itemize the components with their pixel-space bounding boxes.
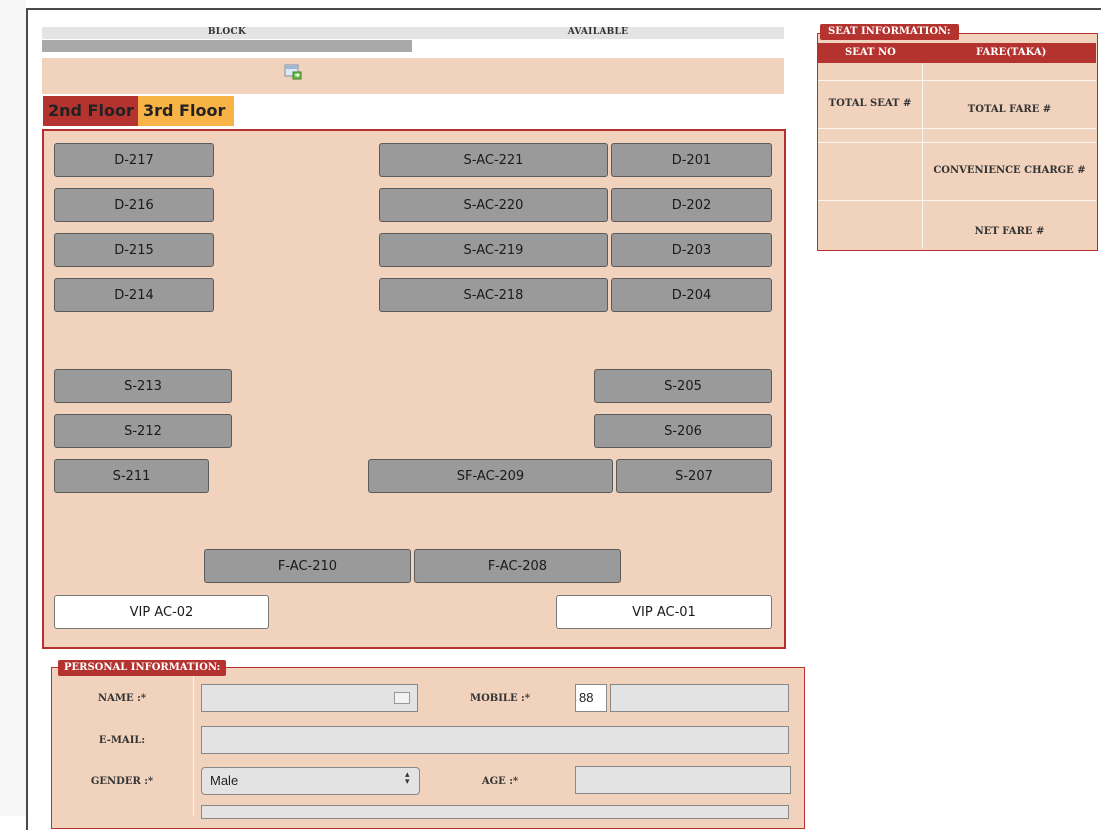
name-label: NAME :*	[98, 693, 146, 704]
seat-d-215[interactable]: D-215	[54, 233, 214, 267]
seat-d-214[interactable]: D-214	[54, 278, 214, 312]
seat-info-row-divider	[818, 80, 1096, 81]
age-input[interactable]	[575, 766, 791, 794]
seat-f-ac-210[interactable]: F-AC-210	[204, 549, 411, 583]
mobile-input[interactable]	[610, 684, 789, 712]
seat-s-ac-219[interactable]: S-AC-219	[379, 233, 608, 267]
seat-d-202[interactable]: D-202	[611, 188, 772, 222]
refresh-strip	[42, 58, 784, 94]
legend-block-label: BLOCK	[42, 27, 412, 39]
seat-info-row-divider	[818, 200, 1096, 201]
fare-header: FARE(TAKA)	[976, 47, 1047, 58]
seat-information-legend: SEAT INFORMATION:	[820, 24, 959, 40]
seat-d-203[interactable]: D-203	[611, 233, 772, 267]
name-input[interactable]	[201, 684, 418, 712]
email-input[interactable]	[201, 726, 789, 754]
contact-card-icon	[394, 692, 410, 704]
seat-d-217[interactable]: D-217	[54, 143, 214, 177]
seat-d-204[interactable]: D-204	[611, 278, 772, 312]
seat-vip-ac-01[interactable]: VIP AC-01	[556, 595, 772, 629]
seat-info-row-divider	[818, 142, 1096, 143]
seat-s-ac-218[interactable]: S-AC-218	[379, 278, 608, 312]
seat-s-205[interactable]: S-205	[594, 369, 772, 403]
seat-s-212[interactable]: S-212	[54, 414, 232, 448]
seat-d-201[interactable]: D-201	[611, 143, 772, 177]
refresh-icon[interactable]	[284, 64, 302, 80]
seat-vip-ac-02[interactable]: VIP AC-02	[54, 595, 269, 629]
legend-block-swatch	[42, 40, 412, 52]
seat-sf-ac-209[interactable]: SF-AC-209	[368, 459, 613, 493]
seat-s-206[interactable]: S-206	[594, 414, 772, 448]
select-arrows-icon: ▴ ▾	[405, 770, 410, 787]
seat-no-header: SEAT NO	[845, 47, 896, 58]
seat-information-header: SEAT NO FARE(TAKA)	[818, 43, 1096, 63]
email-label: E-MAIL:	[98, 735, 146, 746]
seat-info-column-divider	[922, 63, 923, 249]
age-label: AGE :*	[481, 776, 519, 787]
mobile-country-code[interactable]: 88	[575, 684, 607, 712]
total-fare-label: TOTAL FARE #	[967, 104, 1052, 115]
seat-s-ac-221[interactable]: S-AC-221	[379, 143, 608, 177]
seat-s-207[interactable]: S-207	[616, 459, 772, 493]
gender-label: GENDER :*	[90, 776, 154, 787]
next-field-input[interactable]	[201, 805, 789, 819]
page-left-margin	[0, 0, 26, 816]
gender-select[interactable]: Male	[201, 767, 420, 795]
tab-2nd-floor[interactable]: 2nd Floor	[43, 96, 143, 126]
legend-available-label: AVAILABLE	[412, 27, 784, 39]
seat-f-ac-208[interactable]: F-AC-208	[414, 549, 621, 583]
seat-map: D-217 D-216 D-215 D-214 S-AC-221 S-AC-22…	[42, 129, 786, 649]
tab-3rd-floor[interactable]: 3rd Floor	[138, 96, 234, 126]
seat-s-ac-220[interactable]: S-AC-220	[379, 188, 608, 222]
personal-information-legend: PERSONAL INFORMATION:	[58, 660, 227, 676]
total-seat-label: TOTAL SEAT #	[828, 98, 912, 109]
seat-info-row-divider	[818, 128, 1096, 129]
mobile-label: MOBILE :*	[470, 693, 530, 704]
seat-s-213[interactable]: S-213	[54, 369, 232, 403]
seat-d-216[interactable]: D-216	[54, 188, 214, 222]
seat-s-211[interactable]: S-211	[54, 459, 209, 493]
net-fare-label: NET FARE #	[974, 226, 1045, 237]
personal-column-divider	[193, 676, 194, 816]
convenience-charge-label: CONVENIENCE CHARGE #	[933, 165, 1086, 176]
